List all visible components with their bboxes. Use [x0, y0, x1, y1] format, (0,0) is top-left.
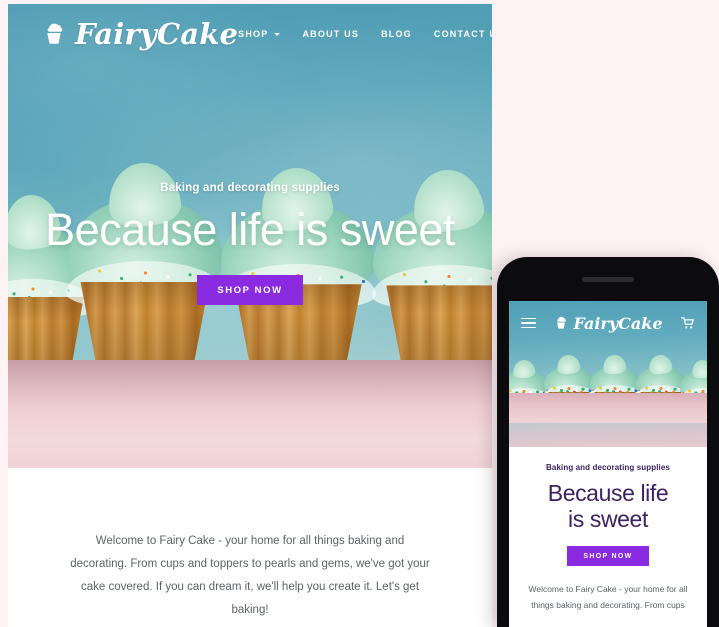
desktop-navbar: FairyCake SHOP ABOUT US BLOG CONTACT US: [8, 4, 492, 64]
nav-item-contact-us-label: CONTACT US: [433, 29, 492, 39]
nav-item-contact-us[interactable]: CONTACT US: [434, 29, 492, 39]
hamburger-icon[interactable]: [521, 317, 536, 329]
mobile-hero-title-line2: is sweet: [568, 506, 648, 533]
screenshot-stage: FairyCake SHOP ABOUT US BLOG CONTACT US: [0, 0, 719, 627]
brand-logo[interactable]: FairyCake: [42, 17, 238, 51]
hero-title: Because life is sweet: [45, 204, 455, 255]
hero-kicker: Baking and decorating supplies: [160, 182, 340, 194]
hamburger-line: [521, 322, 536, 324]
mobile-hero-cupcake-photo: [509, 361, 707, 423]
nav-item-blog-label: BLOG: [381, 29, 412, 39]
mobile-navbar: FairyCake: [509, 301, 707, 345]
mobile-hero-section: FairyCake: [509, 301, 707, 447]
mobile-brand-logo[interactable]: FairyCake: [554, 313, 663, 333]
desktop-nav-links: SHOP ABOUT US BLOG CONTACT US: [238, 27, 492, 41]
chevron-down-icon: [274, 32, 281, 36]
hero-table-surface: [8, 360, 492, 468]
mobile-preview-device: FairyCake Baking and decorating supplies…: [497, 257, 719, 627]
nav-item-about-us-label: ABOUT US: [302, 29, 360, 39]
mobile-brand-name: FairyCake: [573, 313, 663, 333]
nav-item-blog[interactable]: BLOG: [381, 29, 412, 39]
mobile-hero-kicker: Baking and decorating supplies: [546, 463, 670, 472]
desktop-body-section: Welcome to Fairy Cake - your home for al…: [8, 468, 492, 622]
cupcake-icon: [557, 316, 567, 329]
hero-section: FairyCake SHOP ABOUT US BLOG CONTACT US: [8, 4, 492, 468]
nav-item-shop[interactable]: SHOP: [238, 29, 281, 39]
shop-now-button[interactable]: SHOP NOW: [197, 275, 303, 306]
cart-icon[interactable]: [681, 316, 695, 330]
desktop-preview: FairyCake SHOP ABOUT US BLOG CONTACT US: [8, 4, 492, 627]
mobile-shop-now-button[interactable]: SHOP NOW: [567, 546, 649, 567]
cupcake-icon: [47, 23, 63, 44]
mobile-welcome-paragraph: Welcome to Fairy Cake - your home for al…: [528, 584, 688, 611]
nav-item-about-us[interactable]: ABOUT US: [302, 29, 359, 39]
welcome-paragraph: Welcome to Fairy Cake - your home for al…: [70, 535, 430, 616]
hamburger-line: [521, 326, 536, 329]
hero-copy: Baking and decorating supplies Because l…: [8, 182, 492, 306]
mobile-hero-title-line1: Because life: [547, 480, 669, 506]
mobile-body-section: Baking and decorating supplies Because l…: [509, 447, 707, 614]
brand-name: FairyCake: [75, 17, 239, 51]
hamburger-line: [521, 317, 536, 320]
nav-item-shop-label: SHOP: [238, 29, 269, 39]
mobile-hero-title: Because life is sweet: [521, 480, 695, 532]
mobile-preview-screen: FairyCake Baking and decorating supplies…: [509, 301, 707, 627]
mobile-table-surface: [509, 393, 707, 423]
